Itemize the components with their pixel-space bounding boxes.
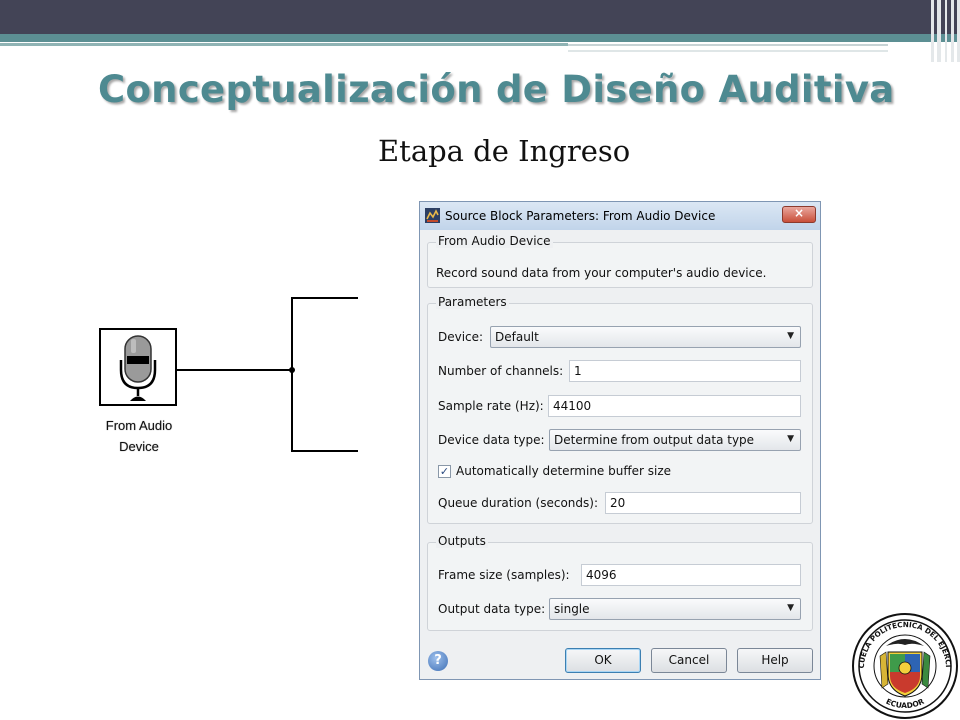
queue-duration-input[interactable]: 20 (605, 492, 801, 514)
sample-rate-value: 44100 (553, 399, 592, 413)
info-group: From Audio Device Record sound data from… (427, 234, 813, 288)
device-select-value: Default (495, 330, 539, 344)
microphone-icon (119, 335, 157, 401)
block-description: Record sound data from your computer's a… (436, 266, 767, 280)
queue-duration-value: 20 (610, 496, 626, 510)
help-button[interactable]: Help (737, 648, 813, 673)
parameters-group-label: Parameters (436, 295, 509, 309)
block-caption-line1: From Audio (105, 418, 173, 433)
source-block-parameters-dialog: Source Block Parameters: From Audio Devi… (419, 201, 821, 680)
chevron-down-icon: ▼ (787, 603, 794, 613)
device-label: Device: (438, 330, 484, 344)
help-icon[interactable]: ? (428, 651, 448, 671)
simulink-app-icon (425, 208, 440, 223)
info-group-label: From Audio Device (436, 234, 553, 248)
close-icon: × (793, 206, 805, 220)
frame-size-value: 4096 (586, 568, 617, 582)
outputs-group: Outputs Frame size (samples): 4096 Outpu… (427, 534, 813, 631)
dialog-title: Source Block Parameters: From Audio Devi… (445, 209, 716, 223)
output-data-type-select[interactable]: single ▼ (549, 598, 801, 620)
ok-button[interactable]: OK (565, 648, 641, 673)
auto-buffer-checkbox[interactable]: ✓ (438, 465, 451, 478)
device-select[interactable]: Default ▼ (490, 326, 801, 348)
dialog-titlebar[interactable]: Source Block Parameters: From Audio Devi… (420, 202, 820, 230)
output-data-type-value: single (554, 602, 590, 616)
device-data-type-value: Determine from output data type (554, 433, 755, 447)
from-audio-device-block[interactable] (99, 328, 177, 406)
channels-input[interactable]: 1 (569, 360, 801, 382)
chevron-down-icon: ▼ (787, 434, 794, 444)
device-data-type-select[interactable]: Determine from output data type ▼ (549, 429, 801, 451)
sample-rate-input[interactable]: 44100 (548, 395, 801, 417)
device-data-type-label: Device data type: (438, 433, 545, 447)
frame-size-label: Frame size (samples): (438, 568, 570, 582)
parameters-group: Parameters Device: Default ▼ Number of c… (427, 295, 813, 524)
queue-duration-label: Queue duration (seconds): (438, 496, 599, 510)
frame-size-input[interactable]: 4096 (581, 564, 801, 586)
block-caption: From Audio Device (84, 415, 194, 457)
channels-label: Number of channels: (438, 364, 564, 378)
block-caption-line2: Device (119, 439, 159, 454)
channels-value: 1 (574, 364, 582, 378)
cancel-button[interactable]: Cancel (651, 648, 727, 673)
chevron-down-icon: ▼ (787, 331, 794, 341)
university-seal-logo: ESCUELA POLITECNICA DEL EJERCITO ECUADOR (850, 612, 958, 719)
outputs-group-label: Outputs (436, 534, 488, 548)
close-button[interactable]: × (782, 206, 816, 223)
auto-buffer-label: Automatically determine buffer size (456, 464, 672, 478)
output-data-type-label: Output data type: (438, 602, 546, 616)
sample-rate-label: Sample rate (Hz): (438, 399, 544, 413)
checkmark-icon: ✓ (439, 465, 450, 478)
